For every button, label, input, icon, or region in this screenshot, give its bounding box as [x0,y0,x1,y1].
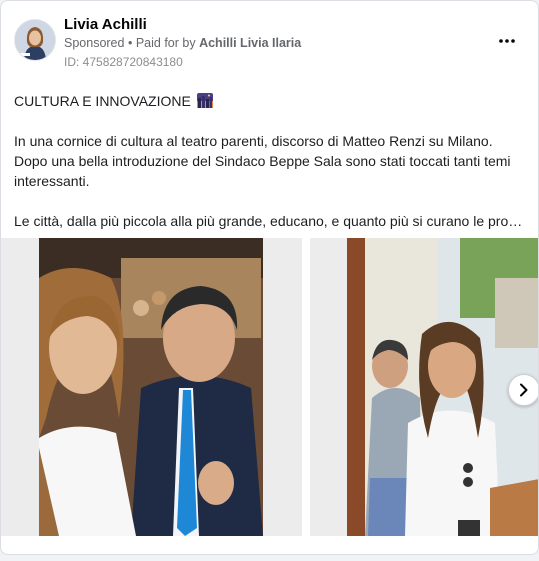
paid-for-name[interactable]: Achilli Livia Ilaria [199,36,301,50]
post-paragraph-1: In una cornice di cultura al teatro pare… [14,133,511,189]
post-title-line: CULTURA E INNOVAZIONE [14,91,529,111]
image-carousel [1,238,538,536]
page-avatar[interactable] [14,19,56,61]
photo-selfie-woman-man-blue-tie [1,238,302,536]
sponsored-line: Sponsored • Paid for by Achilli Livia Il… [64,36,301,50]
post-text: CULTURA E INNOVAZIONE In una cornice di … [14,91,529,231]
avatar-portrait-icon [15,20,55,60]
sponsored-label: Sponsored [64,36,125,50]
photo-woman-street-queue [310,238,538,536]
carousel-slide-1[interactable] [1,238,302,536]
page-name[interactable]: Livia Achilli [64,16,147,33]
ad-card: Livia Achilli Sponsored • Paid for by Ac… [0,0,539,555]
ellipsis-icon [499,39,515,43]
post-paragraph-2: Le città, dalla più piccola alla più gra… [14,213,529,229]
more-options-button[interactable] [495,29,519,53]
paid-for-label: Paid for by [135,36,196,50]
night-city-emoji-icon [196,93,213,108]
carousel-slide-2[interactable] [310,238,538,536]
chevron-right-icon [520,383,528,397]
separator-dot: • [127,36,133,50]
ad-id: ID: 475828720843180 [64,55,183,69]
post-title: CULTURA E INNOVAZIONE [14,93,191,109]
carousel-next-button[interactable] [508,374,538,406]
